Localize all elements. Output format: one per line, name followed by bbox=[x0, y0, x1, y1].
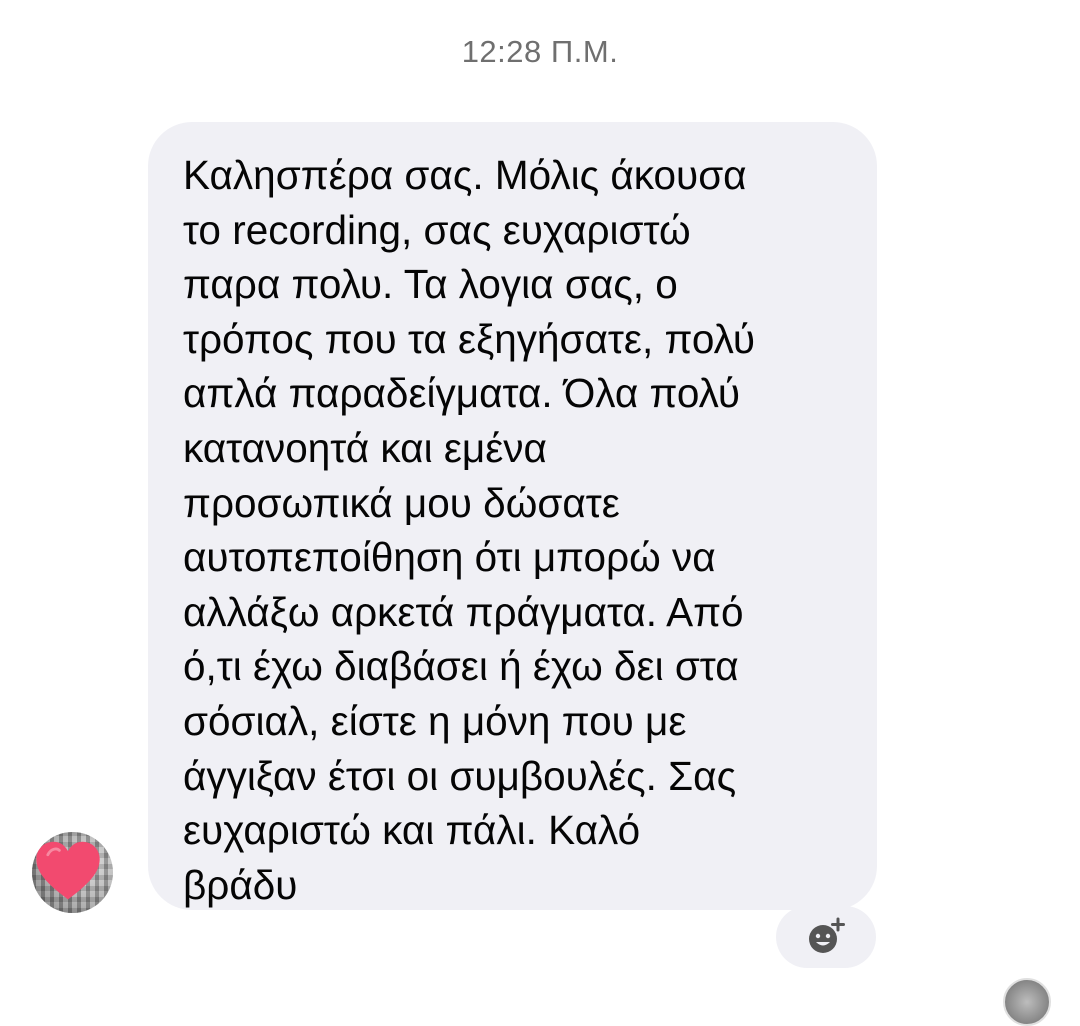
sender-avatar[interactable] bbox=[32, 832, 113, 913]
message-text: Καλησπέρα σας. Μόλις άκουσα το recording… bbox=[183, 152, 756, 908]
add-reaction-button[interactable] bbox=[776, 906, 876, 968]
seen-avatar bbox=[1003, 978, 1051, 1026]
message-bubble[interactable]: Καλησπέρα σας. Μόλις άκουσα το recording… bbox=[148, 122, 877, 910]
add-reaction-icon bbox=[809, 917, 845, 953]
heart-icon bbox=[36, 841, 100, 900]
message-timestamp: 12:28 Π.Μ. bbox=[461, 34, 619, 69]
